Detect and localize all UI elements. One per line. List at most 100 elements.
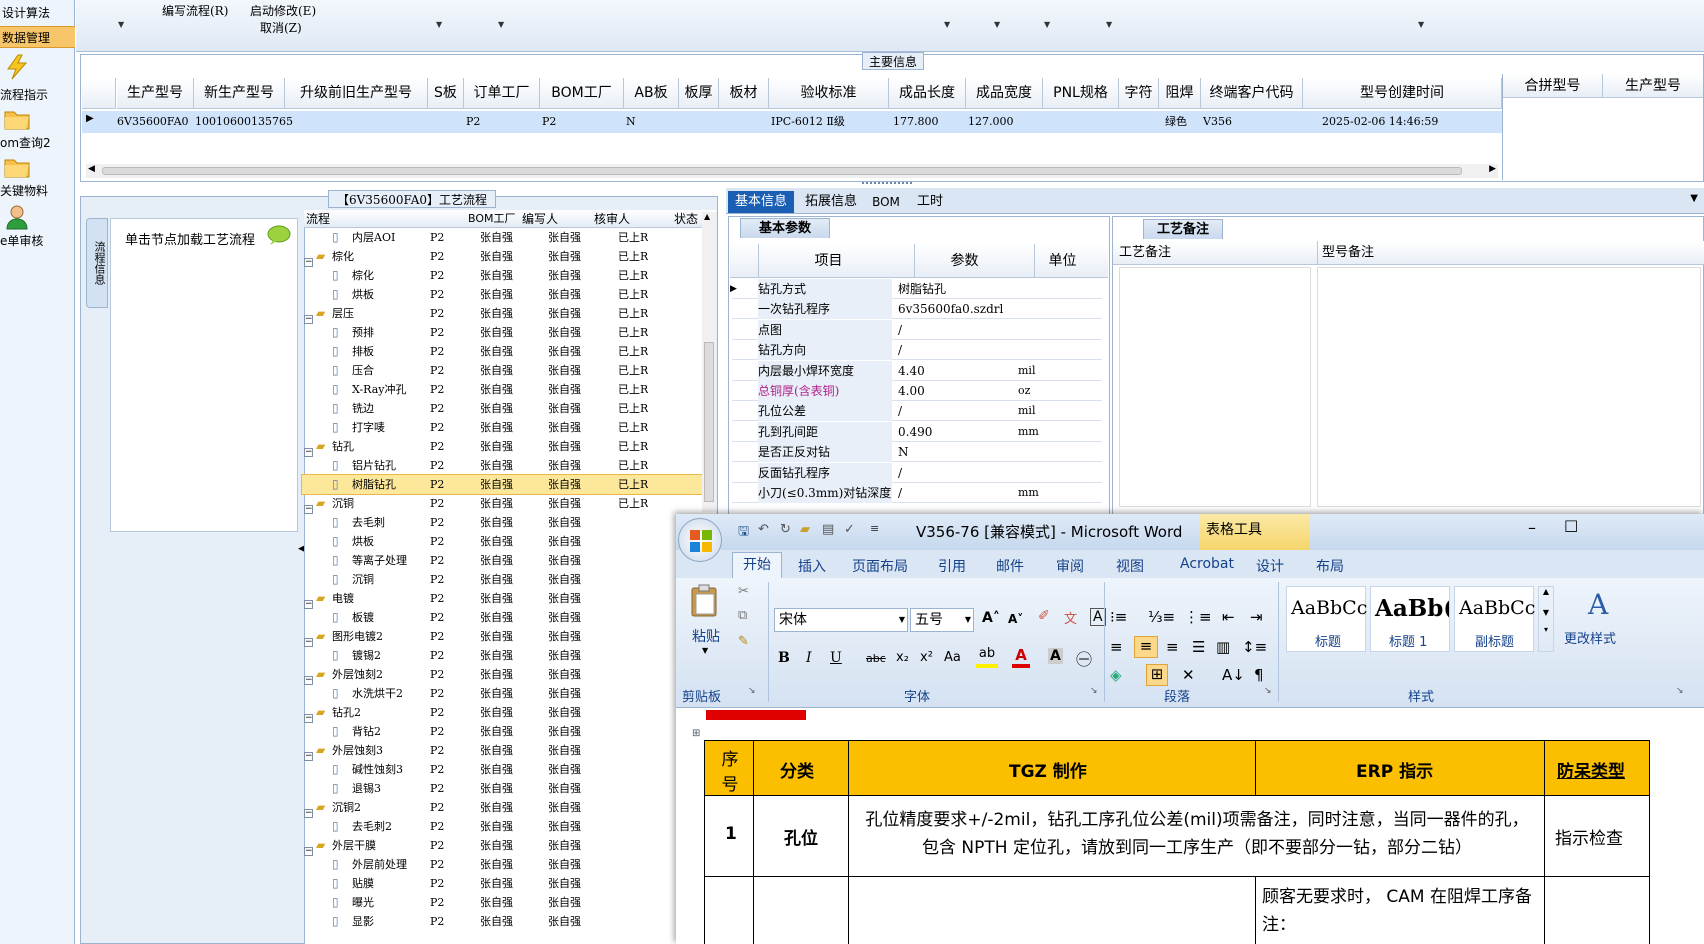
style-subtitle[interactable]: AaBbCc 副标题	[1454, 586, 1535, 652]
dropdown-arrow-icon[interactable]: ▼	[944, 20, 950, 29]
sidebar-item-data-management[interactable]: 数据管理	[0, 26, 75, 48]
cut-icon[interactable]: ✂	[738, 584, 749, 599]
param-row[interactable]: 是否正反对钻 N	[732, 442, 1102, 463]
column-header[interactable]: 字符	[1119, 78, 1159, 109]
sort-icon[interactable]: A↓	[1222, 666, 1245, 684]
param-row[interactable]: 一次钻孔程序 6v35600fa0.szdrl	[732, 299, 1102, 320]
dialog-launcher-icon[interactable]: ↘	[1090, 686, 1098, 696]
ribbon-tab-insert[interactable]: 插入	[798, 556, 826, 576]
change-styles-button[interactable]: A 更改样式	[1560, 586, 1640, 666]
scroll-down-icon[interactable]: ▼	[1539, 608, 1553, 617]
tree-row[interactable]: − ▰ 棕化 P2 张自强 张自强 已上R	[302, 247, 714, 267]
cancel-button[interactable]: 取消(Z)	[260, 19, 302, 36]
tree-row[interactable]: − ▰ 外层蚀刻3 P2 张自强 张自强	[302, 741, 714, 761]
style-heading-1[interactable]: AaBb( 标题 1	[1370, 586, 1450, 652]
column-header[interactable]: 阻焊	[1159, 78, 1201, 109]
param-row[interactable]: 点图 /	[732, 319, 1102, 340]
decrease-indent-icon[interactable]: ⇤	[1222, 608, 1235, 626]
table-header-cell[interactable]: 序号	[704, 740, 754, 796]
office-button[interactable]	[678, 518, 722, 562]
column-header[interactable]: 单位	[1034, 244, 1090, 278]
tree-row[interactable]: ▯ 烘板 P2 张自强 张自强	[302, 532, 714, 551]
param-row[interactable]: 孔到孔间距 0.490 mm	[732, 421, 1102, 442]
dialog-launcher-icon[interactable]: ↘	[1264, 686, 1272, 696]
sidebar-item-bom-query[interactable]: om查询2	[0, 104, 75, 154]
scroll-up-icon[interactable]: ▲	[704, 212, 710, 221]
align-right-icon[interactable]: ≡	[1166, 638, 1179, 656]
undo-icon[interactable]: ↶	[758, 522, 769, 537]
show-marks-icon[interactable]: ¶	[1254, 666, 1264, 684]
phonetic-icon[interactable]: 文	[1064, 608, 1077, 627]
print-preview-icon[interactable]: ▤	[822, 522, 834, 537]
column-header[interactable]: 新生产型号	[194, 78, 285, 109]
maximize-icon[interactable]: □	[1564, 516, 1578, 534]
tree-row[interactable]: − ▰ 外层蚀刻2 P2 张自强 张自强	[302, 665, 714, 685]
font-name-select[interactable]: 宋体 ▼	[774, 608, 908, 632]
tree-row[interactable]: ▯ 等离子处理 P2 张自强 张自强	[302, 551, 714, 570]
minimize-icon[interactable]: –	[1528, 518, 1536, 537]
shrink-font-icon[interactable]: A˅	[1008, 612, 1023, 626]
column-header[interactable]: PNL规格	[1043, 78, 1119, 109]
table-cell[interactable]	[848, 876, 1256, 944]
tree-row[interactable]: ▯ 曝光 P2 张自强 张自强	[302, 893, 714, 912]
ribbon-tab-review[interactable]: 审阅	[1056, 556, 1084, 576]
sidebar-item-flow-instruction[interactable]: 流程指示	[0, 52, 75, 102]
start-edit-button[interactable]: 启动修改(E)	[250, 2, 316, 19]
param-row[interactable]: 小刀(≤0.3mm)对钻深度 / mm	[732, 483, 1102, 503]
tree-row[interactable]: ▯ 去毛刺2 P2 张自强 张自强	[302, 817, 714, 836]
align-center-icon[interactable]: ≡	[1134, 636, 1158, 658]
tab-extended-info[interactable]: 拓展信息	[800, 191, 862, 213]
highlight-icon[interactable]: ab	[976, 646, 998, 668]
font-color-icon[interactable]: A	[1012, 646, 1030, 668]
change-case-icon[interactable]: Aa	[944, 650, 961, 665]
align-left-icon[interactable]: ≡	[1110, 638, 1123, 656]
table-cell[interactable]	[753, 876, 849, 944]
tree-row[interactable]: − ▰ 外层干膜 P2 张自强 张自强	[302, 836, 714, 856]
column-header[interactable]: 成品宽度	[966, 78, 1043, 109]
table-move-handle-icon[interactable]: ⊞	[692, 728, 700, 739]
justify-icon[interactable]: ☰	[1192, 638, 1205, 656]
tab-work-hours[interactable]: 工时	[910, 191, 950, 213]
tree-row[interactable]: ▯ 烘板 P2 张自强 张自强 已上R	[302, 285, 714, 304]
chevron-down-icon[interactable]: ▼	[1690, 193, 1698, 204]
tab-bom[interactable]: BOM	[866, 191, 906, 213]
copy-icon[interactable]: ⧉	[738, 608, 747, 623]
ribbon-tab-acrobat[interactable]: Acrobat	[1180, 556, 1234, 572]
column-header[interactable]: 板材	[719, 78, 769, 109]
tab-basic-params[interactable]: 基本参数	[740, 218, 830, 238]
enclose-char-icon[interactable]: ㊀	[1076, 646, 1092, 670]
ribbon-tab-view[interactable]: 视图	[1116, 556, 1144, 576]
process-remark-textarea[interactable]	[1119, 267, 1311, 507]
tab-basic-info[interactable]: 基本信息	[728, 191, 794, 213]
open-icon[interactable]: ▰	[800, 522, 810, 537]
param-row[interactable]: 内层最小焊环宽度 4.40 mil	[732, 360, 1102, 381]
tree-row[interactable]: ▯ 铣边 P2 张自强 张自强 已上R	[302, 399, 714, 418]
table-cell[interactable]: 指示检查	[1544, 795, 1650, 877]
table-cell[interactable]: 顾客无要求时， CAM 在阻焊工序备注：	[1255, 876, 1545, 944]
tree-row[interactable]: − ▰ 层压 P2 张自强 张自强 已上R	[302, 304, 714, 324]
superscript-icon[interactable]: x²	[920, 650, 933, 665]
bullets-icon[interactable]: ⁝≡	[1110, 608, 1127, 626]
column-header[interactable]: 流程	[306, 210, 330, 228]
format-painter-icon[interactable]: ✎	[738, 634, 749, 649]
column-header[interactable]: 验收标准	[769, 78, 889, 109]
table-header-cell[interactable]: ERP 指示	[1255, 740, 1545, 796]
scrollbar-thumb[interactable]	[102, 167, 1462, 175]
tree-row[interactable]: ▯ 内层AOI P2 张自强 张自强 已上R	[302, 228, 714, 247]
clear-format-icon[interactable]: ✐	[1038, 608, 1050, 624]
more-styles-icon[interactable]: ▾	[1539, 625, 1553, 634]
ribbon-tab-table-layout[interactable]: 布局	[1316, 556, 1344, 576]
tree-row[interactable]: ▯ 排板 P2 张自强 张自强 已上R	[302, 342, 714, 361]
param-row[interactable]: 孔位公差 / mil	[732, 401, 1102, 422]
sidebar-item-key-material[interactable]: 关键物料	[0, 154, 75, 204]
tree-row[interactable]: ▯ 退锡3 P2 张自强 张自强	[302, 779, 714, 798]
model-remark-textarea[interactable]	[1317, 267, 1701, 507]
distributed-icon[interactable]: ▥	[1216, 638, 1230, 656]
dropdown-arrow-icon[interactable]: ▼	[118, 20, 124, 29]
column-header[interactable]: BOM工厂	[540, 78, 624, 109]
table-header-cell[interactable]: 分类	[753, 740, 849, 796]
column-header[interactable]: 型号创建时间	[1303, 78, 1502, 109]
borders-icon[interactable]: ⊞	[1146, 664, 1168, 686]
tree-row[interactable]: ▯ X-Ray冲孔 P2 张自强 张自强 已上R	[302, 380, 714, 399]
ribbon-tab-home[interactable]: 开始	[732, 552, 782, 578]
